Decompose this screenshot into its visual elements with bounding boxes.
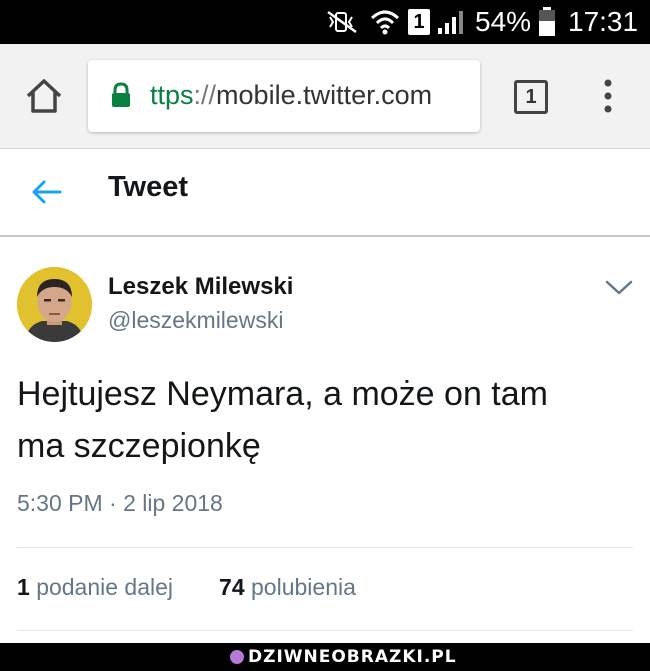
battery-percent: 54% bbox=[475, 6, 532, 37]
battery-icon bbox=[539, 7, 555, 36]
author-name[interactable]: Leszek Milewski bbox=[108, 273, 293, 301]
menu-icon[interactable] bbox=[598, 78, 618, 114]
tweet-text-line: Hejtujesz Neymara, a może on tam bbox=[17, 375, 548, 413]
sim-icon: 1 bbox=[408, 9, 430, 35]
tabs-button[interactable]: 1 bbox=[514, 80, 548, 114]
retweet-label: podanie dalej bbox=[36, 574, 174, 600]
url-host: mobile.twitter.com bbox=[216, 80, 433, 110]
url-protocol: ttps bbox=[150, 80, 194, 110]
author-handle[interactable]: @leszekmilewski bbox=[108, 307, 283, 334]
browser-toolbar: ttps://mobile.twitter.com 1 bbox=[0, 44, 650, 149]
avatar[interactable] bbox=[17, 267, 92, 342]
url-text[interactable]: ttps://mobile.twitter.com bbox=[150, 80, 470, 111]
like-count: 74 bbox=[219, 574, 245, 600]
tweet-stats: 1 podanie dalej 74 polubienia bbox=[17, 574, 356, 601]
lock-icon bbox=[112, 82, 130, 107]
retweet-stat[interactable]: 1 podanie dalej bbox=[17, 574, 173, 600]
home-icon[interactable] bbox=[22, 74, 66, 118]
like-stat[interactable]: 74 polubienia bbox=[219, 574, 356, 600]
divider bbox=[17, 547, 633, 548]
like-label: polubienia bbox=[251, 574, 356, 600]
watermark-bar: DZIWNEOBRAZKI.PL bbox=[0, 643, 650, 671]
tweet-timestamp[interactable]: 5:30 PM · 2 lip 2018 bbox=[17, 490, 223, 517]
tweet-text-line: ma szczepionkę bbox=[17, 427, 261, 465]
status-bar: 1 54% 17:31 bbox=[0, 0, 650, 44]
retweet-count: 1 bbox=[17, 574, 30, 600]
address-bar[interactable]: ttps://mobile.twitter.com bbox=[88, 60, 480, 132]
tweet-text: Hejtujesz Neymara, a może on tam ma szcz… bbox=[17, 368, 627, 472]
clock: 17:31 bbox=[568, 6, 639, 37]
sim-number: 1 bbox=[413, 11, 425, 33]
back-arrow-icon[interactable] bbox=[30, 175, 64, 209]
url-separator: :// bbox=[193, 80, 217, 110]
page-header: Tweet bbox=[0, 149, 650, 237]
watermark: DZIWNEOBRAZKI.PL bbox=[230, 647, 457, 667]
avatar-image bbox=[17, 267, 92, 342]
watermark-text: DZIWNEOBRAZKI.PL bbox=[248, 647, 457, 667]
mute-vibrate-icon bbox=[327, 10, 357, 34]
page-title: Tweet bbox=[108, 171, 189, 203]
chevron-down-icon[interactable] bbox=[604, 278, 634, 298]
signal-icon bbox=[438, 11, 463, 34]
watermark-logo-icon bbox=[230, 650, 244, 664]
divider bbox=[17, 630, 633, 631]
tab-count: 1 bbox=[525, 86, 537, 108]
wifi-icon bbox=[370, 10, 400, 35]
